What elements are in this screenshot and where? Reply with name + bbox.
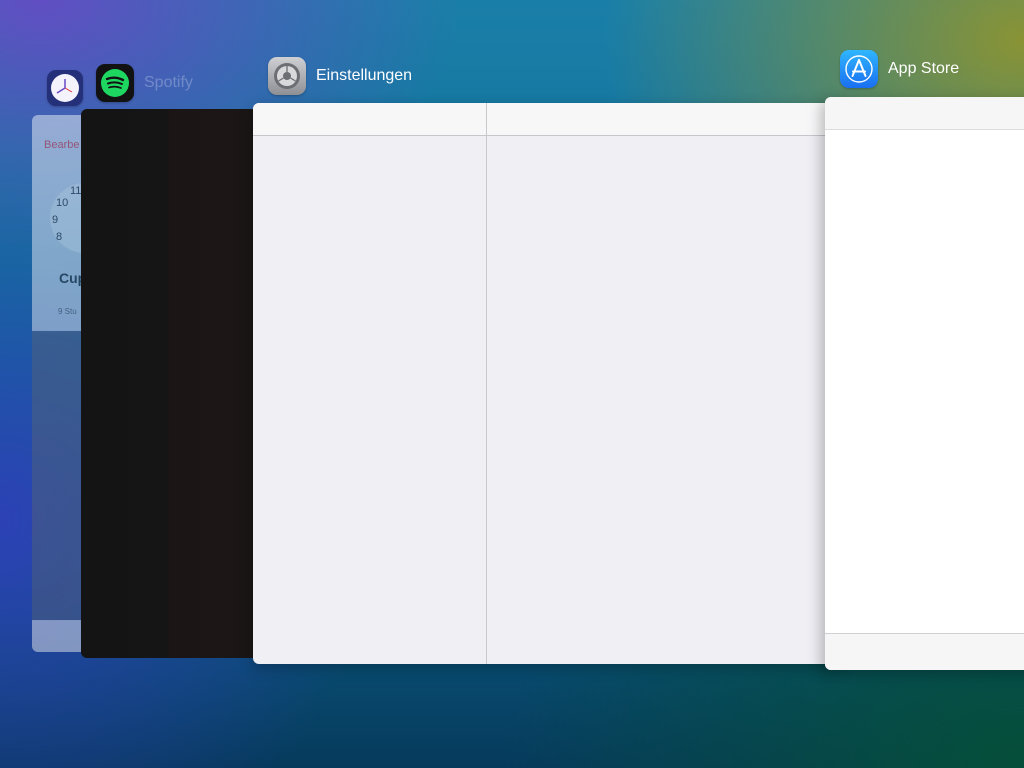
clock-city-offset: 9 Stu	[58, 307, 77, 316]
clock-number-9: 9	[52, 214, 59, 226]
clock-app-header[interactable]	[47, 70, 83, 106]
spotify-icon	[96, 64, 134, 102]
clock-tab-label: Bearbe	[44, 139, 80, 151]
appstore-app-header[interactable]: App Store	[840, 50, 959, 88]
settings-app-header[interactable]: Einstellungen	[268, 57, 412, 95]
gear-icon	[268, 57, 306, 95]
clock-number-8: 8	[56, 231, 63, 243]
settings-navigation-bar	[253, 103, 843, 136]
appstore-navigation-bar	[825, 97, 1024, 130]
spotify-app-header[interactable]: Spotify	[96, 64, 193, 102]
settings-split-divider	[486, 103, 487, 664]
settings-app-card[interactable]	[253, 103, 843, 664]
spotify-app-name: Spotify	[144, 74, 193, 91]
clock-number-10: 10	[56, 197, 69, 209]
clock-icon	[47, 70, 83, 106]
appstore-app-card[interactable]	[825, 97, 1024, 670]
spotify-app-card[interactable]	[81, 109, 261, 658]
clock-number-11: 11	[70, 185, 82, 197]
appstore-app-name: App Store	[888, 60, 960, 77]
settings-app-name: Einstellungen	[316, 67, 413, 84]
appstore-tab-bar	[825, 633, 1024, 670]
app-store-icon	[840, 50, 878, 88]
